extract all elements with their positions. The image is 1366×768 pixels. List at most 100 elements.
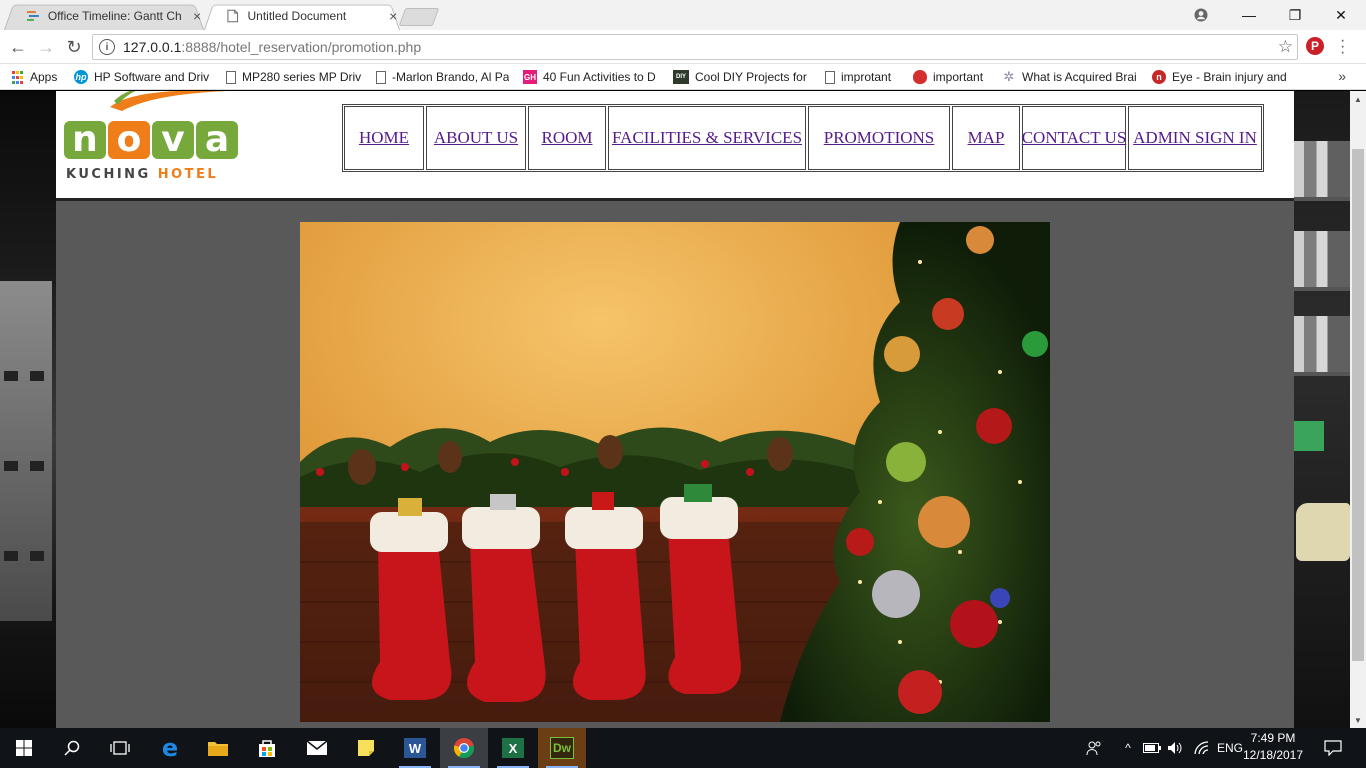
gh-icon: GH xyxy=(523,70,537,84)
search-icon[interactable] xyxy=(48,728,96,768)
file-icon xyxy=(376,70,386,84)
main-nav: HOME ABOUT US ROOM FACILITIES & SERVICES… xyxy=(342,104,1264,172)
nav-link-admin-sign-in[interactable]: ADMIN SIGN IN xyxy=(1133,128,1257,148)
tab-title: Office Timeline: Gantt Ch xyxy=(47,9,182,23)
background-photo-left xyxy=(0,91,56,728)
page-content: n o v a KUCHING HOTEL HOME ABOUT US ROOM… xyxy=(56,91,1294,728)
volume-icon[interactable] xyxy=(1166,728,1184,768)
nav-link-contact-us[interactable]: CONTACT US xyxy=(1022,128,1127,148)
scroll-up-arrow-icon[interactable]: ▲ xyxy=(1350,91,1366,107)
bookmark-improtant[interactable]: improtant xyxy=(825,68,905,86)
start-windows-icon[interactable] xyxy=(0,728,48,768)
tab-office-timeline[interactable]: Office Timeline: Gantt Ch × xyxy=(4,2,204,30)
nav-item-contact: CONTACT US xyxy=(1022,106,1126,170)
nav-link-room[interactable]: ROOM xyxy=(541,128,592,148)
pinterest-extension-icon[interactable]: P xyxy=(1306,37,1324,55)
url-path: :8888/hotel_reservation/promotion.php xyxy=(181,39,422,55)
file-icon xyxy=(226,70,236,84)
apple-icon xyxy=(913,70,927,84)
promotion-image xyxy=(300,222,1050,722)
gear-icon: ✲ xyxy=(1003,69,1015,84)
close-tab-icon[interactable]: × xyxy=(190,8,204,24)
background-photo-right xyxy=(1294,91,1350,728)
account-icon[interactable] xyxy=(1178,0,1224,30)
nav-link-about-us[interactable]: ABOUT US xyxy=(434,128,518,148)
document-icon xyxy=(227,9,239,23)
mail-icon[interactable] xyxy=(293,728,341,768)
sticky-notes-icon[interactable] xyxy=(342,728,390,768)
bookmark-eye-brain-injury[interactable]: n Eye - Brain injury and xyxy=(1152,68,1288,86)
nova-hotel-logo[interactable]: n o v a KUCHING HOTEL xyxy=(64,91,254,185)
tab-untitled-document[interactable]: Untitled Document × xyxy=(204,2,400,30)
logo-wordmark: n o v a xyxy=(64,121,238,159)
logo-swoosh-icon xyxy=(110,91,226,111)
reload-icon[interactable]: ↻ xyxy=(63,36,85,58)
nav-item-home: HOME xyxy=(344,106,424,170)
show-hidden-icons-chevron-icon[interactable]: ^ xyxy=(1120,728,1136,768)
windows-taskbar: e W X Dw ^ ENG 7:49 PM 12/18/2017 xyxy=(0,728,1366,768)
bookmark-important[interactable]: important xyxy=(913,68,993,86)
hp-icon: hp xyxy=(74,70,88,84)
url-host: 127.0.0.1 xyxy=(123,39,182,55)
new-tab-button[interactable] xyxy=(398,8,440,26)
bookmark-mp280[interactable]: MP280 series MP Driv xyxy=(226,68,362,86)
close-tab-icon[interactable]: × xyxy=(387,8,401,24)
bookmark-hp-software[interactable]: hp HP Software and Driv xyxy=(74,68,212,86)
nav-link-home[interactable]: HOME xyxy=(359,128,409,148)
nav-item-promotions: PROMOTIONS xyxy=(808,106,950,170)
battery-icon[interactable] xyxy=(1142,728,1162,768)
people-icon[interactable] xyxy=(1082,728,1106,768)
dreamweaver-icon[interactable]: Dw xyxy=(538,728,586,768)
nav-item-facilities: FACILITIES & SERVICES xyxy=(608,106,806,170)
chrome-menu-icon[interactable]: · · · xyxy=(1340,33,1345,61)
restore-button[interactable]: ❐ xyxy=(1272,0,1318,30)
bookmark-star-icon[interactable]: ☆ xyxy=(1278,37,1293,57)
apps-grid-icon xyxy=(10,70,24,84)
logo-subtitle: KUCHING HOTEL xyxy=(66,167,219,182)
bookmark-acquired-brain[interactable]: ✲ What is Acquired Brai xyxy=(1002,68,1138,86)
store-icon[interactable] xyxy=(243,728,291,768)
page-viewport: n o v a KUCHING HOTEL HOME ABOUT US ROOM… xyxy=(0,91,1350,728)
clock-date: 12/18/2017 xyxy=(1242,748,1304,762)
nav-item-about: ABOUT US xyxy=(426,106,526,170)
nav-item-map: MAP xyxy=(952,106,1020,170)
minimize-button[interactable]: — xyxy=(1226,0,1272,30)
nav-item-admin: ADMIN SIGN IN xyxy=(1128,106,1262,170)
address-bar[interactable]: i 127.0.0.1:8888/hotel_reservation/promo… xyxy=(92,34,1298,60)
site-header: n o v a KUCHING HOTEL HOME ABOUT US ROOM… xyxy=(56,91,1294,201)
word-icon[interactable]: W xyxy=(391,728,439,768)
edge-icon[interactable]: e xyxy=(146,728,194,768)
system-clock[interactable]: 7:49 PM 12/18/2017 xyxy=(1236,730,1310,766)
site-info-icon[interactable]: i xyxy=(99,39,115,55)
tab-strip: Office Timeline: Gantt Ch × Untitled Doc… xyxy=(0,0,1366,30)
diy-icon: DIY xyxy=(673,70,689,84)
tab-title: Untitled Document xyxy=(247,9,347,23)
chrome-icon[interactable] xyxy=(440,728,488,768)
file-explorer-icon[interactable] xyxy=(194,728,242,768)
more-bookmarks-chevron-icon[interactable]: » xyxy=(1338,68,1346,84)
file-icon xyxy=(825,70,835,84)
nav-item-room: ROOM xyxy=(528,106,606,170)
bookmarks-bar: Apps hp HP Software and Driv MP280 serie… xyxy=(0,64,1366,90)
nav-link-map[interactable]: MAP xyxy=(968,128,1005,148)
back-arrow-icon[interactable]: ← xyxy=(7,36,29,58)
clock-time: 7:49 PM xyxy=(1250,731,1296,745)
task-view-icon[interactable] xyxy=(96,728,144,768)
office-timeline-icon xyxy=(26,11,39,21)
nav-link-promotions[interactable]: PROMOTIONS xyxy=(824,128,935,148)
bookmark-cool-diy[interactable]: DIY Cool DIY Projects for xyxy=(673,68,807,86)
excel-icon[interactable]: X xyxy=(489,728,537,768)
forward-arrow-icon[interactable]: → xyxy=(35,36,57,58)
notifications-icon[interactable] xyxy=(1318,728,1348,768)
close-window-button[interactable]: ✕ xyxy=(1318,0,1364,30)
scroll-down-arrow-icon[interactable]: ▼ xyxy=(1350,712,1366,728)
bookmark-40-fun-activities[interactable]: GH 40 Fun Activities to D xyxy=(523,68,661,86)
bookmark-marlon-brando[interactable]: -Marlon Brando, Al Pa xyxy=(376,68,510,86)
wifi-icon[interactable] xyxy=(1192,728,1212,768)
bookmark-apps[interactable]: Apps xyxy=(10,68,66,86)
nav-link-facilities-services[interactable]: FACILITIES & SERVICES xyxy=(612,128,802,148)
scrollbar-thumb[interactable] xyxy=(1352,149,1364,661)
browser-toolbar: ← → ↻ i 127.0.0.1:8888/hotel_reservation… xyxy=(0,30,1366,64)
eye-site-icon: n xyxy=(1152,70,1166,84)
vertical-scrollbar[interactable]: ▲ ▼ xyxy=(1350,91,1366,728)
